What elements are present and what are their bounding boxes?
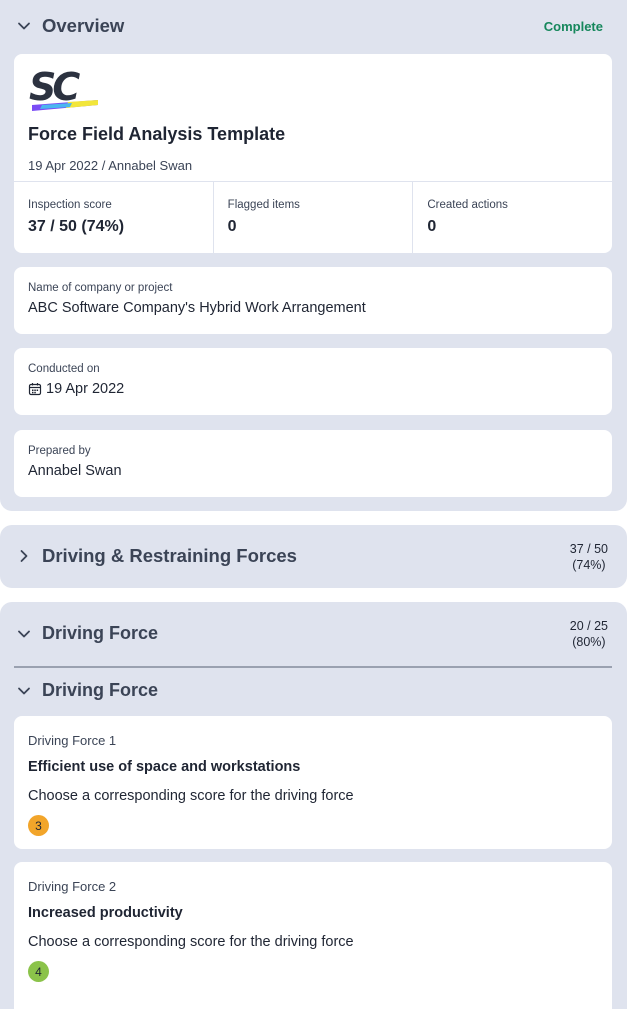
question-label: Driving Force 2 xyxy=(28,879,117,894)
stat-value: 0 xyxy=(427,218,437,235)
section-score: 37 / 50 (74%) xyxy=(570,541,608,573)
chevron-down-icon xyxy=(14,16,34,36)
stats-row: Inspection score 37 / 50 (74%) Flagged i… xyxy=(14,181,612,253)
field-prepared-by[interactable]: Prepared by Annabel Swan xyxy=(14,430,612,497)
template-card: SC Force Field Analysis Template 19 Apr … xyxy=(14,54,612,253)
svg-text:SC: SC xyxy=(29,67,80,109)
field-value-text: ABC Software Company's Hybrid Work Arran… xyxy=(28,300,366,316)
template-meta: 19 Apr 2022 / Annabel Swan xyxy=(28,158,193,173)
question-description: Choose a corresponding score for the dri… xyxy=(28,934,354,950)
calendar-icon xyxy=(28,382,42,396)
template-title: Force Field Analysis Template xyxy=(28,124,286,144)
chevron-right-icon xyxy=(14,546,34,566)
field-value-text: 19 Apr 2022 xyxy=(46,381,125,397)
score-badge: 3 xyxy=(28,815,49,836)
stat-label: Inspection score xyxy=(28,199,112,211)
field-conducted-on[interactable]: Conducted on 19 Apr 2022 xyxy=(14,348,612,415)
driving-force-subheader[interactable]: Driving Force xyxy=(14,680,158,701)
stat-value: 37 / 50 (74%) xyxy=(28,218,125,235)
score-fraction: 20 / 25 xyxy=(569,619,608,633)
section-divider xyxy=(14,666,612,668)
field-company-project[interactable]: Name of company or project ABC Software … xyxy=(14,267,612,334)
stat-created-actions: Created actions 0 xyxy=(413,182,612,253)
section-score: 20 / 25 (80%) xyxy=(570,618,608,650)
field-label: Name of company or project xyxy=(28,282,173,294)
driving-force-subtitle: Driving Force xyxy=(42,680,159,700)
field-label: Conducted on xyxy=(28,363,100,375)
question-label: Driving Force 1 xyxy=(28,733,117,748)
score-fraction: 37 / 50 xyxy=(569,542,608,556)
driving-force-title: Driving Force xyxy=(42,623,159,643)
overview-section: Overview Complete SC Force Field Analysi… xyxy=(0,0,627,511)
field-value: ABC Software Company's Hybrid Work Arran… xyxy=(28,300,598,316)
driving-restraining-title: Driving & Restraining Forces xyxy=(42,545,297,566)
driving-restraining-header[interactable]: Driving & Restraining Forces xyxy=(14,545,297,567)
score-percent: (74%) xyxy=(572,558,606,572)
overview-header[interactable]: Overview xyxy=(14,15,124,37)
stat-label: Created actions xyxy=(427,199,508,211)
question-card-driving-force-2[interactable]: Driving Force 2 Increased productivity C… xyxy=(14,862,612,1009)
chevron-down-icon xyxy=(14,681,34,701)
sc-logo: SC xyxy=(28,65,102,117)
stat-flagged-items: Flagged items 0 xyxy=(214,182,414,253)
stat-inspection-score: Inspection score 37 / 50 (74%) xyxy=(14,182,214,253)
score-percent: (80%) xyxy=(572,635,606,649)
overview-title: Overview xyxy=(42,15,125,36)
field-value-text: Annabel Swan xyxy=(28,463,122,479)
field-value: Annabel Swan xyxy=(28,463,598,479)
score-badge: 4 xyxy=(28,961,49,982)
question-description: Choose a corresponding score for the dri… xyxy=(28,788,354,804)
driving-force-section: Driving Force 20 / 25 (80%) Driving Forc… xyxy=(0,602,627,1009)
driving-force-header[interactable]: Driving Force xyxy=(14,623,158,644)
stat-value: 0 xyxy=(227,218,237,235)
field-label: Prepared by xyxy=(28,445,91,457)
question-card-driving-force-1[interactable]: Driving Force 1 Efficient use of space a… xyxy=(14,716,612,849)
chevron-down-icon xyxy=(14,624,34,644)
driving-restraining-section[interactable]: Driving & Restraining Forces 37 / 50 (74… xyxy=(0,525,627,588)
field-value: 19 Apr 2022 xyxy=(28,381,598,397)
stat-label: Flagged items xyxy=(227,199,300,211)
question-title: Increased productivity xyxy=(28,905,183,921)
status-badge: Complete xyxy=(543,19,603,34)
question-title: Efficient use of space and workstations xyxy=(28,759,301,775)
